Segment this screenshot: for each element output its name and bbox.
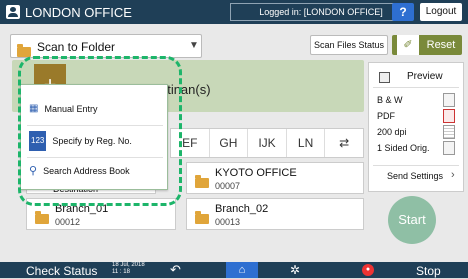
tab-gh[interactable]: GH: [210, 129, 249, 157]
folder-icon: [35, 211, 49, 224]
setting-color: B & W: [377, 95, 403, 105]
destination-id: 00007: [215, 181, 241, 191]
settings-icon[interactable]: ✲: [290, 262, 300, 278]
tab-ln[interactable]: LN: [287, 129, 326, 157]
preview-toggle[interactable]: Preview: [373, 67, 459, 88]
destination-card[interactable]: KYOTO OFFICE 00007: [186, 162, 364, 194]
help-button[interactable]: ?: [392, 3, 414, 21]
connection-icon: [456, 3, 466, 21]
start-button[interactable]: Start: [388, 196, 436, 244]
date-text: 18 Jul, 2018: [112, 262, 145, 268]
function-select-value: Scan to Folder: [37, 40, 116, 54]
folder-icon: [17, 44, 31, 57]
destination-id: 00013: [215, 217, 241, 227]
swap-tab-icon[interactable]: ⇄: [325, 129, 363, 157]
color-mode-icon: [443, 93, 455, 107]
user-icon: [6, 5, 20, 19]
preview-checkbox: [379, 72, 390, 83]
preview-panel: Preview B & W PDF 200 dpi 1 Sided Orig. …: [368, 62, 464, 192]
setting-resolution: 200 dpi: [377, 127, 407, 137]
setting-sides: 1 Sided Orig.: [377, 143, 430, 153]
home-icon[interactable]: ⌂: [226, 262, 258, 278]
single-sided-icon: [443, 141, 455, 155]
send-settings-label: Send Settings: [387, 171, 444, 181]
destination-name: KYOTO OFFICE: [215, 167, 297, 179]
folder-icon: [195, 211, 209, 224]
reset-button[interactable]: ✐ Reset: [392, 35, 462, 55]
index-tabs: EF GH IJK LN ⇄: [170, 128, 364, 158]
destination-card[interactable]: Branch_02 00013: [186, 198, 364, 230]
stop-button[interactable]: Stop: [416, 263, 441, 279]
office-title-text: LONDON OFFICE: [25, 4, 132, 20]
eraser-icon: ✐: [397, 35, 419, 55]
send-settings-button[interactable]: Send Settings ›: [373, 165, 459, 186]
setting-file-type: PDF: [377, 111, 395, 121]
preview-label: Preview: [407, 71, 443, 82]
destination-name: Branch_02: [215, 203, 269, 215]
folder-icon: [195, 175, 209, 188]
check-status-button[interactable]: Check Status: [26, 263, 97, 279]
function-select[interactable]: Scan to Folder ▼: [10, 34, 202, 58]
office-title: LONDON OFFICE: [6, 3, 132, 21]
chevron-down-icon: ▼: [189, 40, 199, 51]
specify-destination-suffix: n(s): [188, 82, 211, 97]
reset-label: Reset: [426, 39, 456, 51]
pdf-icon: [443, 109, 455, 123]
back-icon[interactable]: ↶: [170, 262, 181, 278]
scan-files-status-button[interactable]: Scan Files Status: [310, 35, 388, 55]
resolution-icon: [443, 125, 455, 139]
destination-id: 00012: [55, 217, 81, 227]
stop-icon: ●: [362, 264, 374, 276]
chevron-right-icon: ›: [451, 169, 455, 181]
login-status: Logged in: [LONDON OFFICE]: [230, 3, 412, 21]
date-time: 18 Jul, 2018 11 : 18: [112, 262, 145, 278]
highlight-outline: [18, 56, 182, 206]
time-text: 11 : 18: [112, 269, 130, 275]
tab-ijk[interactable]: IJK: [248, 129, 287, 157]
